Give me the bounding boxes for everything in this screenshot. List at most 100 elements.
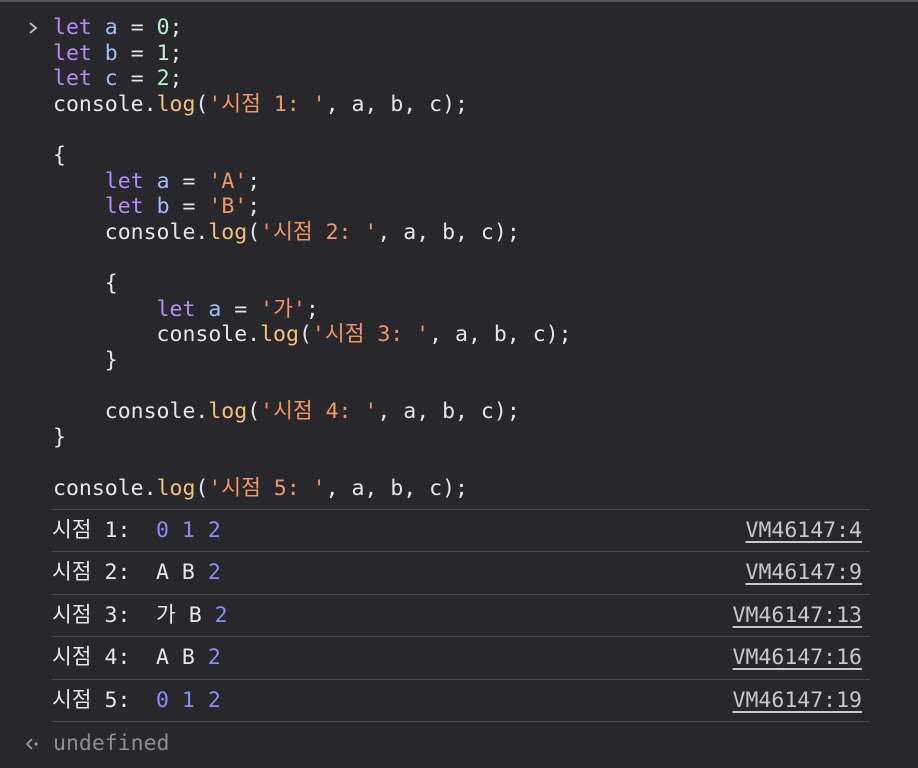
code-token: b xyxy=(156,194,170,220)
source-link[interactable]: VM46147:16 xyxy=(733,637,862,679)
source-link[interactable]: VM46147:9 xyxy=(746,552,863,594)
console-log-row: 시점 2: A B 2 VM46147:9 xyxy=(52,551,870,594)
code-line[interactable]: console.log('시점 4: ', a, b, c); xyxy=(0,399,918,425)
code-line[interactable]: console.log('시점 5: ', a, b, c); xyxy=(0,476,918,502)
log-value: 가 xyxy=(156,603,176,628)
code-token: ; xyxy=(247,194,261,220)
code-token: '시점 5: ' xyxy=(208,475,326,501)
code-line[interactable]: let b = 1; xyxy=(0,41,918,67)
log-label: 시점 2: xyxy=(52,560,131,585)
code-token: ; xyxy=(169,66,183,92)
log-value: 2 xyxy=(214,603,228,628)
code-line[interactable] xyxy=(0,373,918,399)
code-token: '가' xyxy=(260,296,306,322)
code-token: ; xyxy=(169,15,183,40)
code-token: a xyxy=(156,168,170,194)
code-token: ( xyxy=(298,322,312,348)
code-token: , a, b, c); xyxy=(325,475,468,501)
code-token: = xyxy=(117,40,157,66)
code-line[interactable]: let c = 2; xyxy=(0,66,918,92)
code-token: 'A' xyxy=(208,168,248,194)
code-token: let xyxy=(53,15,92,40)
code-token: ( xyxy=(195,91,209,117)
code-token: = xyxy=(169,168,209,194)
code-token: , a, b, c); xyxy=(377,398,520,424)
console-result: undefined xyxy=(0,730,918,758)
log-values: 0 1 2 xyxy=(156,510,221,552)
log-values: A B 2 xyxy=(156,552,221,594)
log-value: 2 xyxy=(207,645,221,670)
code-line[interactable]: console.log('시점 2: ', a, b, c); xyxy=(0,220,918,246)
code-line[interactable]: { xyxy=(0,143,918,169)
code-token: log xyxy=(156,475,196,501)
code-token: log xyxy=(208,219,248,245)
code-token: console. xyxy=(53,219,209,245)
code-token: { xyxy=(53,270,118,296)
code-line[interactable]: let a = 'A'; xyxy=(0,169,918,195)
log-value: B xyxy=(181,560,195,585)
log-label: 시점 5: xyxy=(52,688,131,713)
log-value: A xyxy=(156,560,169,585)
code-token: } xyxy=(53,347,118,373)
code-line[interactable] xyxy=(0,117,918,143)
code-line[interactable]: let b = 'B'; xyxy=(0,194,918,220)
code-token: = xyxy=(221,296,261,322)
code-token: , a, b, c); xyxy=(429,322,572,348)
log-values: 0 1 2 xyxy=(156,680,221,722)
code-token: log xyxy=(260,322,299,348)
chevron-right-icon xyxy=(26,15,40,41)
code-token: '시점 3: ' xyxy=(311,322,430,348)
code-token: 'B' xyxy=(208,194,248,220)
code-token: log xyxy=(208,398,248,424)
source-link[interactable]: VM46147:4 xyxy=(746,510,863,552)
log-values: 가 B 2 xyxy=(156,595,228,637)
code-token: = xyxy=(117,66,157,92)
code-token: a xyxy=(208,296,222,322)
console-input-code[interactable]: let a = 0; let b = 1; let c = 2; console.lo… xyxy=(0,15,918,501)
log-values: A B 2 xyxy=(156,637,221,679)
log-value: B xyxy=(181,645,195,670)
code-token: c xyxy=(104,66,118,92)
code-token: console. xyxy=(53,322,261,348)
code-line[interactable]: console.log('시점 3: ', a, b, c); xyxy=(0,322,918,348)
console-log-row: 시점 3: 가 B 2 VM46147:13 xyxy=(52,594,870,637)
console-log-row: 시점 5: 0 1 2 VM46147:19 xyxy=(52,679,870,722)
code-token: ; xyxy=(169,40,183,66)
source-link[interactable]: VM46147:19 xyxy=(733,680,862,722)
code-token: console. xyxy=(53,91,157,117)
source-link[interactable]: VM46147:13 xyxy=(733,595,862,637)
top-divider xyxy=(0,0,918,2)
code-token: '시점 2: ' xyxy=(260,219,378,245)
code-line[interactable]: let a = 0; xyxy=(0,15,918,41)
code-line[interactable]: let a = '가'; xyxy=(0,297,918,323)
code-token: = xyxy=(169,194,209,220)
code-token: console. xyxy=(53,475,157,501)
code-token: '시점 1: ' xyxy=(208,91,326,117)
code-line[interactable]: } xyxy=(0,348,918,374)
code-token: , a, b, c); xyxy=(325,91,468,117)
code-token: '시점 4: ' xyxy=(260,398,378,424)
console-log-row: 시점 4: A B 2 VM46147:16 xyxy=(52,636,870,679)
code-token: ; xyxy=(247,168,261,194)
code-token: = xyxy=(117,15,157,40)
code-line[interactable]: } xyxy=(0,425,918,451)
log-value: 1 xyxy=(181,518,195,543)
log-value: 0 xyxy=(156,688,169,713)
code-token: ( xyxy=(247,219,261,245)
log-value: 1 xyxy=(181,688,195,713)
console-log-row: 시점 1: 0 1 2 VM46147:4 xyxy=(52,509,870,552)
code-token: a xyxy=(104,15,118,40)
code-line[interactable] xyxy=(0,245,918,271)
code-line[interactable] xyxy=(0,450,918,476)
code-line[interactable]: console.log('시점 1: ', a, b, c); xyxy=(0,92,918,118)
code-token: , a, b, c); xyxy=(377,219,520,245)
code-token: ; xyxy=(305,296,319,322)
code-token: log xyxy=(156,91,196,117)
code-token: ( xyxy=(195,475,209,501)
code-line[interactable]: { xyxy=(0,271,918,297)
log-value: A xyxy=(156,645,169,670)
